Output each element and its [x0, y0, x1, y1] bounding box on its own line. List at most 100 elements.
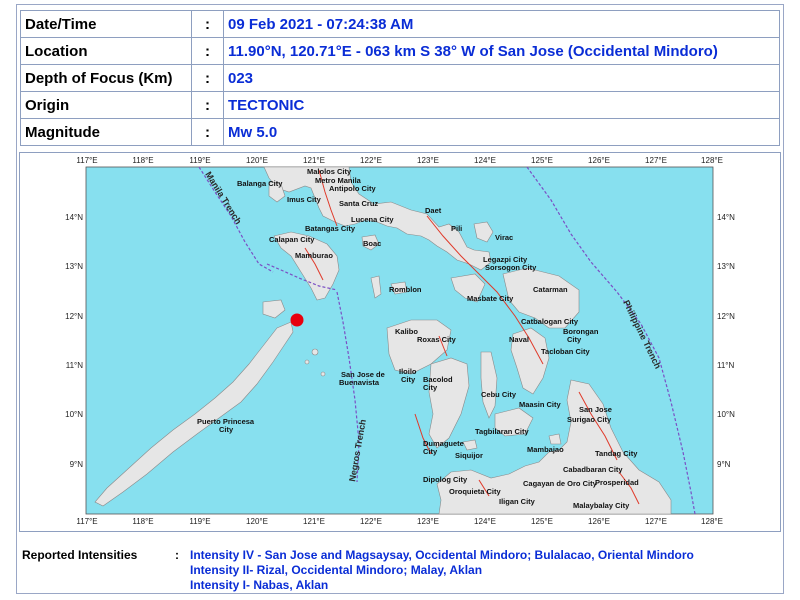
value-origin: TECTONIC	[223, 91, 780, 119]
place-label: Virac	[495, 233, 513, 242]
earthquake-info-table: Date/Time : 09 Feb 2021 - 07:24:38 AM Lo…	[20, 10, 780, 146]
lat-tick: 13°N	[717, 262, 735, 271]
place-label: Malaybalay City	[573, 501, 630, 510]
place-label: Naval	[509, 335, 529, 344]
longitude-ticks-bottom: 117°E 118°E 119°E 120°E 121°E 122°E 123°…	[76, 517, 723, 526]
value-date-time: 09 Feb 2021 - 07:24:38 AM	[223, 10, 780, 38]
lat-tick: 14°N	[65, 213, 83, 222]
row-location: Location : 11.90°N, 120.71°E - 063 km S …	[20, 37, 780, 65]
place-label: Batangas City	[305, 224, 356, 233]
lon-tick: 118°E	[132, 156, 153, 165]
place-label: City	[219, 425, 234, 434]
row-depth: Depth of Focus (Km) : 023	[20, 64, 780, 92]
place-label: Malolos City	[307, 167, 352, 176]
lon-tick: 121°E	[303, 156, 325, 165]
place-label: Dipolog City	[423, 475, 468, 484]
cuyo-island	[311, 348, 319, 356]
latitude-ticks-right: 14°N 13°N 12°N 11°N 10°N 9°N	[717, 213, 735, 469]
epicenter-map: Manila Trench Negros Trench Philippine T…	[65, 156, 735, 526]
label-origin: Origin	[20, 91, 192, 119]
place-label: City	[423, 447, 438, 456]
place-label: Catarman	[533, 285, 568, 294]
lon-tick: 126°E	[588, 517, 610, 526]
place-label: Tacloban City	[541, 347, 590, 356]
place-label: Roxas City	[417, 335, 457, 344]
separator: :	[175, 548, 179, 562]
place-label: Prosperidad	[595, 478, 639, 487]
lon-tick: 124°E	[474, 517, 496, 526]
reported-intensities-label: Reported Intensities	[22, 548, 138, 562]
lat-tick: 11°N	[66, 361, 84, 370]
place-label: City	[423, 383, 438, 392]
lon-tick: 117°E	[76, 156, 97, 165]
latitude-ticks-left: 14°N 13°N 12°N 11°N 10°N 9°N	[65, 213, 83, 469]
place-label: Kalibo	[395, 327, 418, 336]
place-label: Cabadbaran City	[563, 465, 623, 474]
lat-tick: 11°N	[717, 361, 735, 370]
place-label: Catbalogan City	[521, 317, 579, 326]
lon-tick: 125°E	[531, 156, 553, 165]
place-label: Surigao City	[567, 415, 612, 424]
lon-tick: 127°E	[645, 517, 667, 526]
separator: :	[191, 37, 224, 65]
place-label: Cebu City	[481, 390, 517, 399]
lon-tick: 125°E	[531, 517, 553, 526]
place-label: Siquijor	[455, 451, 483, 460]
place-label: Daet	[425, 206, 442, 215]
separator: :	[191, 91, 224, 119]
lat-tick: 12°N	[717, 312, 735, 321]
lat-tick: 9°N	[717, 460, 731, 469]
lon-tick: 128°E	[701, 156, 723, 165]
lon-tick: 126°E	[588, 156, 610, 165]
lat-tick: 10°N	[717, 410, 735, 419]
lon-tick: 120°E	[246, 156, 268, 165]
lon-tick: 118°E	[132, 517, 153, 526]
place-label: Santa Cruz	[339, 199, 378, 208]
lon-tick: 123°E	[417, 517, 439, 526]
place-label: Imus City	[287, 195, 322, 204]
epicenter-dot-icon	[290, 313, 304, 327]
lon-tick: 119°E	[189, 517, 210, 526]
place-label: Calapan City	[269, 235, 315, 244]
intensity-item: Intensity I- Nabas, Aklan	[190, 578, 329, 592]
row-date-time: Date/Time : 09 Feb 2021 - 07:24:38 AM	[20, 10, 780, 38]
label-date-time: Date/Time	[20, 10, 192, 38]
row-magnitude: Magnitude : Mw 5.0	[20, 118, 780, 146]
place-label: City	[401, 375, 416, 384]
label-magnitude: Magnitude	[20, 118, 192, 146]
place-label: Maasin City	[519, 400, 562, 409]
value-location: 11.90°N, 120.71°E - 063 km S 38° W of Sa…	[223, 37, 780, 65]
lon-tick: 128°E	[701, 517, 723, 526]
lat-tick: 10°N	[65, 410, 83, 419]
intensity-list: Intensity IV - San Jose and Magsaysay, O…	[190, 548, 694, 593]
intensity-item: Intensity II- Rizal, Occidental Mindoro;…	[190, 563, 483, 577]
lon-tick: 120°E	[246, 517, 268, 526]
intensity-item: Intensity IV - San Jose and Magsaysay, O…	[190, 548, 694, 562]
place-label: Oroquieta City	[449, 487, 502, 496]
lat-tick: 12°N	[65, 312, 83, 321]
camiguin-island	[548, 433, 562, 445]
place-label: Tagbilaran City	[475, 427, 529, 436]
place-label: Lucena City	[351, 215, 394, 224]
longitude-ticks-top: 117°E 118°E 119°E 120°E 121°E 122°E 123°…	[76, 156, 723, 165]
place-label: Antipolo City	[329, 184, 376, 193]
lat-tick: 9°N	[70, 460, 84, 469]
place-label: Buenavista	[339, 378, 380, 387]
place-label: Pili	[451, 224, 462, 233]
place-label: Mambajao	[527, 445, 564, 454]
place-label: Boac	[363, 239, 381, 248]
cuyo-island	[304, 359, 310, 365]
row-origin: Origin : TECTONIC	[20, 91, 780, 119]
lon-tick: 122°E	[360, 517, 382, 526]
label-location: Location	[20, 37, 192, 65]
place-label: Iligan City	[499, 497, 536, 506]
place-label: Balanga City	[237, 179, 283, 188]
lon-tick: 119°E	[189, 156, 210, 165]
place-label: Sorsogon City	[485, 263, 537, 272]
value-depth: 023	[223, 64, 780, 92]
cuyo-island	[320, 371, 326, 377]
place-label: Tandag City	[595, 449, 638, 458]
separator: :	[191, 64, 224, 92]
place-label: Cagayan de Oro City	[523, 479, 598, 488]
place-label: City	[567, 335, 582, 344]
